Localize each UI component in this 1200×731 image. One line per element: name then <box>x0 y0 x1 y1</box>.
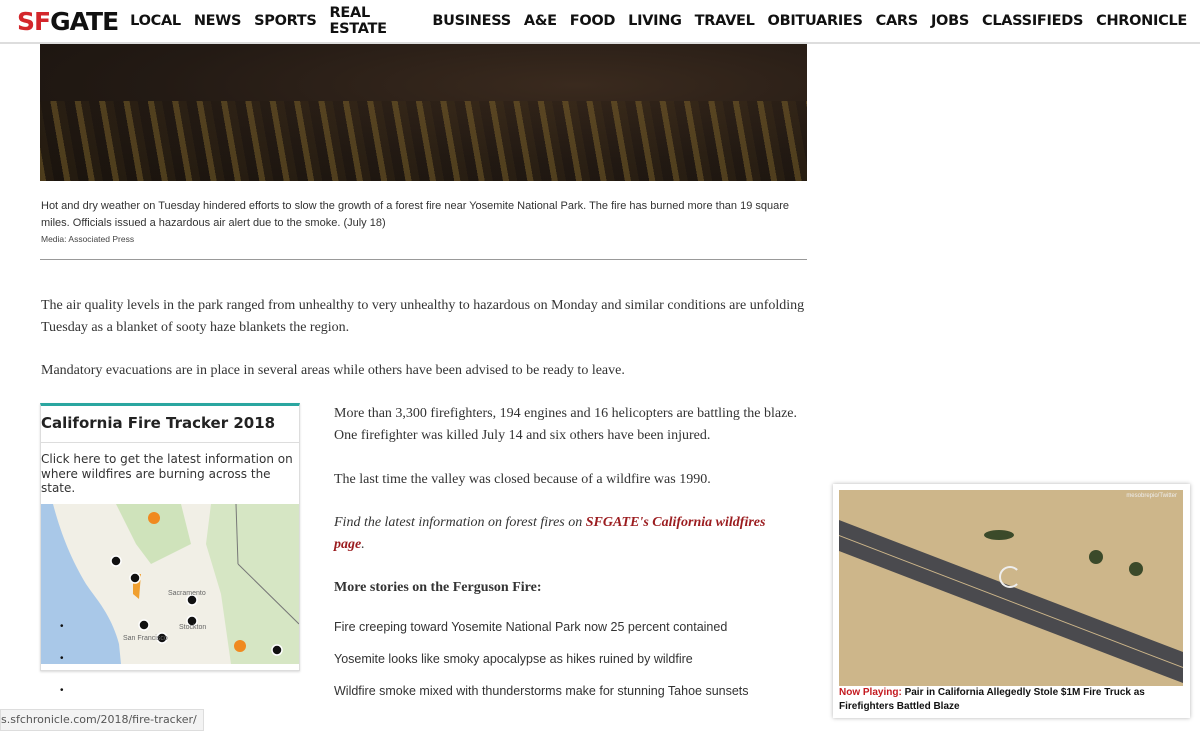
paragraph-evacuations: Mandatory evacuations are in place in se… <box>41 363 625 378</box>
sierra-area <box>206 504 299 664</box>
hero-caption: Hot and dry weather on Tuesday hindered … <box>41 200 790 229</box>
sfgate-logo[interactable]: SFGATE <box>17 6 119 36</box>
paragraph-firefighters: More than 3,300 firefighters, 194 engine… <box>334 406 798 443</box>
widget-description: Click here to get the latest information… <box>41 452 293 495</box>
story-link[interactable]: Wildfire smoke mixed with thunderstorms … <box>334 684 749 698</box>
nav-jobs[interactable]: JOBS <box>931 13 969 29</box>
paragraph-find-latest: Find the latest information on forest fi… <box>334 512 774 556</box>
map-label-san-francisco: San Francisco <box>123 635 168 642</box>
now-playing-caption[interactable]: Now Playing: Pair in California Allegedl… <box>839 686 1184 714</box>
nav-food[interactable]: FOOD <box>570 13 616 29</box>
nav-living[interactable]: LIVING <box>628 13 682 29</box>
map-graphic <box>41 504 299 664</box>
nav-real-estate[interactable]: REAL ESTATE <box>330 5 420 37</box>
nav-sports[interactable]: SPORTS <box>254 13 317 29</box>
video-frame[interactable]: mesobrepio/Twitter <box>839 490 1183 686</box>
bullet: • <box>60 685 64 696</box>
tree <box>1129 562 1143 576</box>
hero-trees <box>40 101 807 181</box>
divider <box>40 259 807 260</box>
loading-spinner-icon <box>999 566 1021 588</box>
fire-tracker-widget[interactable]: California Fire Tracker 2018 Click here … <box>40 403 300 671</box>
floating-video-player[interactable]: mesobrepio/Twitter Now Playing: Pair in … <box>833 484 1190 718</box>
nav-travel[interactable]: TRAVEL <box>695 13 755 29</box>
ocean <box>41 504 121 664</box>
more-stories-heading: More stories on the Ferguson Fire: <box>334 580 542 595</box>
fire-map[interactable]: Sacramento Stockton San Francisco <box>41 504 299 664</box>
tree <box>1089 550 1103 564</box>
tree <box>984 530 1014 540</box>
hero-video-image[interactable] <box>40 44 807 181</box>
media-credit: Media: Associated Press <box>41 234 135 244</box>
paragraph-air-quality: The air quality levels in the park range… <box>41 298 805 335</box>
nav-ae[interactable]: A&E <box>524 13 557 29</box>
nav-news[interactable]: NEWS <box>194 13 242 29</box>
fire-icon <box>234 640 246 652</box>
nav-obituaries[interactable]: OBITUARIES <box>768 13 863 29</box>
paragraph-valley-closed: The last time the valley was closed beca… <box>334 472 711 487</box>
map-label-stockton: Stockton <box>179 624 207 631</box>
fire-marker-icon <box>138 619 150 631</box>
nav-classifieds[interactable]: CLASSIFIEDS <box>982 13 1083 29</box>
bullet: • <box>60 621 64 632</box>
story-link[interactable]: Yosemite looks like smoky apocalypse as … <box>334 652 693 666</box>
fire-marker-icon <box>271 644 283 656</box>
map-label-sacramento: Sacramento <box>168 590 206 597</box>
nav-local[interactable]: LOCAL <box>130 13 181 29</box>
fire-marker-icon <box>110 555 122 567</box>
fire-marker-icon <box>129 572 141 584</box>
status-bar-url: s.sfchronicle.com/2018/fire-tracker/ <box>0 709 204 731</box>
bullet: • <box>60 653 64 664</box>
logo-sf: SF <box>17 6 51 36</box>
find-latest-text: Find the latest information on forest fi… <box>334 515 586 530</box>
video-credit: mesobrepio/Twitter <box>1126 493 1177 499</box>
nav-business[interactable]: BUSINESS <box>432 13 511 29</box>
nav-chronicle[interactable]: CHRONICLE <box>1096 13 1187 29</box>
logo-gate: GATE <box>50 6 119 36</box>
road <box>839 536 1183 686</box>
nav-cars[interactable]: CARS <box>876 13 919 29</box>
top-nav: SFGATE LOCAL NEWS SPORTS REAL ESTATE BUS… <box>0 0 1200 44</box>
now-playing-label: Now Playing: <box>839 687 902 698</box>
widget-title: California Fire Tracker 2018 <box>41 406 299 443</box>
period: . <box>361 537 365 552</box>
story-link[interactable]: Fire creeping toward Yosemite National P… <box>334 620 727 634</box>
fire-icon <box>148 512 160 524</box>
